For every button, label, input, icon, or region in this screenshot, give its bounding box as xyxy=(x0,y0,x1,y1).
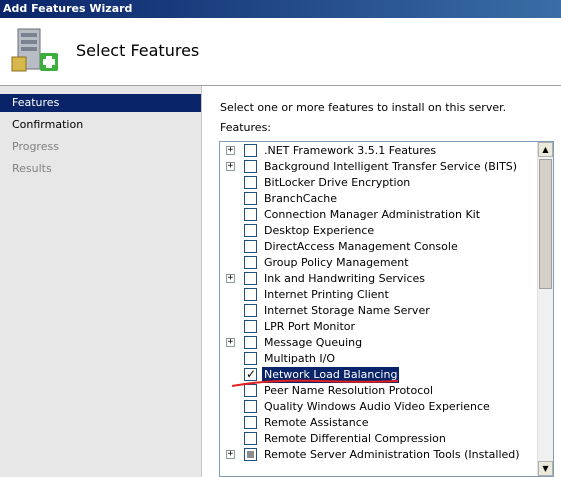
feature-checkbox[interactable] xyxy=(244,176,257,189)
main-content: Select one or more features to install o… xyxy=(202,86,561,477)
feature-checkbox[interactable] xyxy=(244,288,257,301)
expand-icon[interactable]: + xyxy=(226,450,235,459)
feature-checkbox[interactable] xyxy=(244,416,257,429)
feature-checkbox[interactable] xyxy=(244,400,257,413)
feature-checkbox[interactable] xyxy=(244,192,257,205)
feature-checkbox[interactable] xyxy=(244,384,257,397)
feature-row[interactable]: Network Load Balancing xyxy=(220,367,536,383)
expand-icon[interactable]: + xyxy=(226,146,235,155)
feature-checkbox[interactable] xyxy=(244,160,257,173)
feature-label[interactable]: Multipath I/O xyxy=(262,351,337,367)
scroll-up-icon[interactable]: ▲ xyxy=(538,142,553,157)
nav-item-progress: Progress xyxy=(12,140,59,153)
feature-row[interactable]: Peer Name Resolution Protocol xyxy=(220,383,536,399)
feature-row[interactable]: + Background Intelligent Transfer Service… xyxy=(220,159,536,175)
feature-checkbox[interactable] xyxy=(244,256,257,269)
vertical-scrollbar[interactable]: ▲ ▼ xyxy=(537,142,553,476)
feature-label[interactable]: Ink and Handwriting Services xyxy=(262,271,427,287)
feature-checkbox[interactable] xyxy=(244,320,257,333)
window-title: Add Features Wizard xyxy=(3,2,133,15)
feature-checkbox[interactable] xyxy=(244,367,257,381)
feature-row[interactable]: Group Policy Management xyxy=(220,255,536,271)
feature-checkbox[interactable] xyxy=(244,224,257,237)
feature-label[interactable]: Background Intelligent Transfer Service … xyxy=(262,159,519,175)
feature-checkbox[interactable] xyxy=(244,448,257,461)
feature-label[interactable]: BitLocker Drive Encryption xyxy=(262,175,412,191)
feature-label[interactable]: Group Policy Management xyxy=(262,255,411,271)
feature-row[interactable]: Quality Windows Audio Video Experience xyxy=(220,399,536,415)
feature-row[interactable]: + .NET Framework 3.5.1 Features xyxy=(220,143,536,159)
feature-label[interactable]: LPR Port Monitor xyxy=(262,319,357,335)
feature-checkbox[interactable] xyxy=(244,208,257,221)
feature-row[interactable]: Internet Printing Client xyxy=(220,287,536,303)
page-title: Select Features xyxy=(76,41,200,60)
features-tree[interactable]: ▲ ▼ + .NET Framework 3.5.1 Features + Backg… xyxy=(219,141,554,477)
feature-row[interactable]: + Ink and Handwriting Services xyxy=(220,271,536,287)
feature-label[interactable]: DirectAccess Management Console xyxy=(262,239,460,255)
feature-row[interactable]: + Message Queuing xyxy=(220,335,536,351)
feature-row[interactable]: BranchCache xyxy=(220,191,536,207)
feature-label[interactable]: Peer Name Resolution Protocol xyxy=(262,383,435,399)
feature-checkbox[interactable] xyxy=(244,304,257,317)
feature-row[interactable]: Remote Differential Compression xyxy=(220,431,536,447)
feature-label[interactable]: BranchCache xyxy=(262,191,339,207)
nav-item-features[interactable]: Features xyxy=(0,94,201,112)
expand-icon[interactable]: + xyxy=(226,162,235,171)
feature-label[interactable]: Internet Storage Name Server xyxy=(262,303,432,319)
scroll-down-icon[interactable]: ▼ xyxy=(538,461,553,476)
server-add-icon xyxy=(11,28,58,72)
feature-label[interactable]: Internet Printing Client xyxy=(262,287,391,303)
feature-row[interactable]: Desktop Experience xyxy=(220,223,536,239)
feature-checkbox[interactable] xyxy=(244,352,257,365)
feature-label[interactable]: Network Load Balancing xyxy=(262,367,400,383)
instruction-text: Select one or more features to install o… xyxy=(220,101,507,114)
feature-row[interactable]: Multipath I/O xyxy=(220,351,536,367)
feature-row[interactable]: Connection Manager Administration Kit xyxy=(220,207,536,223)
feature-row[interactable]: LPR Port Monitor xyxy=(220,319,536,335)
expand-icon[interactable]: + xyxy=(226,338,235,347)
feature-checkbox[interactable] xyxy=(244,432,257,445)
feature-label[interactable]: Message Queuing xyxy=(262,335,364,351)
expand-icon[interactable]: + xyxy=(226,274,235,283)
features-label: Features: xyxy=(220,121,272,134)
feature-checkbox[interactable] xyxy=(244,144,257,157)
scroll-thumb[interactable] xyxy=(539,159,552,289)
feature-label[interactable]: Connection Manager Administration Kit xyxy=(262,207,482,223)
feature-row[interactable]: DirectAccess Management Console xyxy=(220,239,536,255)
nav-item-confirmation[interactable]: Confirmation xyxy=(0,116,201,134)
feature-checkbox[interactable] xyxy=(244,272,257,285)
feature-label[interactable]: Remote Assistance xyxy=(262,415,371,431)
feature-row[interactable]: BitLocker Drive Encryption xyxy=(220,175,536,191)
feature-row[interactable]: Remote Assistance xyxy=(220,415,536,431)
wizard-header: Select Features xyxy=(0,18,561,86)
feature-label[interactable]: Quality Windows Audio Video Experience xyxy=(262,399,492,415)
feature-label[interactable]: Remote Differential Compression xyxy=(262,431,448,447)
feature-label[interactable]: Desktop Experience xyxy=(262,223,376,239)
feature-checkbox[interactable] xyxy=(244,240,257,253)
feature-label[interactable]: Remote Server Administration Tools (Inst… xyxy=(262,447,522,463)
nav-item-results: Results xyxy=(12,162,52,175)
feature-row[interactable]: + Remote Server Administration Tools (Ins… xyxy=(220,447,536,463)
feature-label[interactable]: .NET Framework 3.5.1 Features xyxy=(262,143,438,159)
feature-row[interactable]: Internet Storage Name Server xyxy=(220,303,536,319)
wizard-nav-pane: Features Confirmation Progress Results xyxy=(0,86,202,477)
window-title-bar[interactable]: Add Features Wizard xyxy=(0,0,561,18)
feature-checkbox[interactable] xyxy=(244,336,257,349)
